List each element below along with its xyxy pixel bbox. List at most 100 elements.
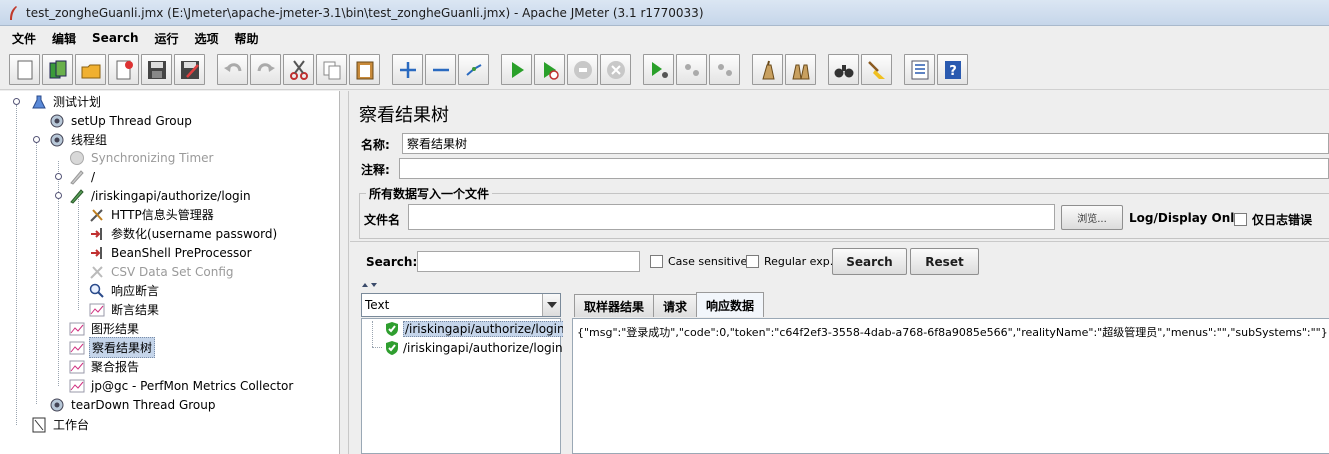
panel-splitter[interactable] xyxy=(340,91,349,454)
tree-item-root-sampler[interactable]: / xyxy=(68,167,97,186)
tree-item-beanshell-preprocessor[interactable]: BeanShell PreProcessor xyxy=(88,243,254,262)
name-field[interactable] xyxy=(402,133,1329,154)
toggle-button[interactable] xyxy=(458,54,489,85)
tree-item-response-assertion[interactable]: 响应断言 xyxy=(88,281,161,300)
comment-field[interactable] xyxy=(399,158,1329,179)
result-item[interactable]: /iriskingapi/authorize/login xyxy=(384,339,563,357)
split-arrows-icon[interactable] xyxy=(361,282,381,288)
menu-edit[interactable]: 编辑 xyxy=(44,30,84,47)
tree-item-test-plan[interactable]: 测试计划 xyxy=(30,92,103,111)
checkbox-box[interactable] xyxy=(746,255,759,268)
remote-shutdown-button[interactable] xyxy=(709,54,740,85)
binoculars-icon xyxy=(834,64,853,77)
response-body: {"msg":"登录成功","code":0,"token":"c64f2ef3… xyxy=(577,326,1328,339)
stop-icon xyxy=(573,60,592,79)
templates-button[interactable] xyxy=(42,54,73,85)
stop-button[interactable] xyxy=(567,54,598,85)
tree-item-header-manager[interactable]: HTTP信息头管理器 xyxy=(88,205,216,224)
panel-title: 察看结果树 xyxy=(359,105,449,126)
tab-sampler-result[interactable]: 取样器结果 xyxy=(574,294,655,317)
clear-icon xyxy=(761,60,775,79)
tree-item-setup-thread-group[interactable]: setUp Thread Group xyxy=(48,111,194,130)
tree-label: / xyxy=(91,169,96,184)
expand-handle-icon[interactable] xyxy=(54,191,63,200)
menu-search[interactable]: Search xyxy=(84,31,146,45)
reset-button[interactable]: Reset xyxy=(910,248,979,275)
collapse-button[interactable] xyxy=(425,54,456,85)
tree-item-workbench[interactable]: 工作台 xyxy=(30,415,91,434)
start-button[interactable] xyxy=(501,54,532,85)
undo-button[interactable] xyxy=(217,54,248,85)
start-no-pause-button[interactable] xyxy=(534,54,565,85)
expand-handle-icon[interactable] xyxy=(54,172,63,181)
copy-icon xyxy=(323,61,340,79)
renderer-select[interactable]: Text xyxy=(361,293,561,317)
close-file-button[interactable] xyxy=(108,54,139,85)
expand-handle-icon[interactable] xyxy=(12,97,21,106)
tree-item-assertion-results[interactable]: 断言结果 xyxy=(88,300,161,319)
shutdown-button[interactable] xyxy=(600,54,631,85)
checkbox-box[interactable] xyxy=(650,255,663,268)
filename-field[interactable] xyxy=(408,204,1055,230)
open-button[interactable] xyxy=(75,54,106,85)
menu-run[interactable]: 运行 xyxy=(146,30,186,47)
tree-item-thread-group[interactable]: 线程组 xyxy=(48,130,109,149)
paste-button[interactable] xyxy=(349,54,380,85)
broom-icon xyxy=(867,60,885,79)
tree-label: BeanShell PreProcessor xyxy=(111,245,252,260)
response-data-view[interactable]: {"msg":"登录成功","code":0,"token":"c64f2ef3… xyxy=(572,318,1329,454)
redo-button[interactable] xyxy=(250,54,281,85)
tree-item-csv-data-set[interactable]: CSV Data Set Config xyxy=(88,262,236,281)
function-helper-button[interactable] xyxy=(904,54,935,85)
search-button[interactable]: Search xyxy=(832,248,907,275)
new-button[interactable] xyxy=(9,54,40,85)
tree-item-synchronizing-timer[interactable]: Synchronizing Timer xyxy=(68,148,215,167)
tree-item-teardown-thread-group[interactable]: tearDown Thread Group xyxy=(48,395,218,414)
tree-connector xyxy=(372,347,382,348)
expand-handle-icon[interactable] xyxy=(32,135,41,144)
tab-response-data[interactable]: 响应数据 xyxy=(696,292,765,317)
save-button[interactable] xyxy=(141,54,172,85)
result-item[interactable]: /iriskingapi/authorize/login xyxy=(384,320,567,338)
menu-file[interactable]: 文件 xyxy=(4,30,44,47)
chevron-down-icon[interactable] xyxy=(542,294,560,316)
save-icon xyxy=(147,60,166,79)
tree-item-login-sampler[interactable]: /iriskingapi/authorize/login xyxy=(68,186,253,205)
expand-button[interactable] xyxy=(392,54,423,85)
regular-exp-checkbox[interactable]: Regular exp. xyxy=(746,255,833,268)
results-list: /iriskingapi/authorize/login /iriskingap… xyxy=(361,318,567,454)
log-display-label: Log/Display Only: xyxy=(1129,211,1247,225)
close-icon xyxy=(116,60,133,79)
tree-label: 聚合报告 xyxy=(91,360,140,374)
checkbox-box[interactable] xyxy=(1234,213,1247,226)
browse-button[interactable]: 浏览... xyxy=(1061,205,1123,230)
cut-button[interactable] xyxy=(283,54,314,85)
case-sensitive-checkbox[interactable]: Case sensitive xyxy=(650,255,747,268)
graph-icon xyxy=(68,320,86,337)
tree-label: 断言结果 xyxy=(111,303,160,317)
tree-item-parameterize[interactable]: 参数化(username password) xyxy=(88,224,279,243)
copy-button[interactable] xyxy=(316,54,347,85)
search-field[interactable] xyxy=(417,251,640,272)
remote-stop-button[interactable] xyxy=(676,54,707,85)
remote-start-button[interactable] xyxy=(643,54,674,85)
tree-item-graph-results[interactable]: 图形结果 xyxy=(68,319,141,338)
toolbar: ? xyxy=(0,50,1329,90)
tree-item-perfmon-collector[interactable]: jp@gc - PerfMon Metrics Collector xyxy=(68,376,295,395)
tab-request[interactable]: 请求 xyxy=(653,294,698,317)
result-label: /iriskingapi/authorize/login xyxy=(403,321,567,337)
graph-icon xyxy=(68,358,86,375)
clear-all-button[interactable] xyxy=(785,54,816,85)
save-as-button[interactable] xyxy=(174,54,205,85)
menu-options[interactable]: 选项 xyxy=(187,30,227,47)
tree-item-aggregate-report[interactable]: 聚合报告 xyxy=(68,357,141,376)
clear-button[interactable] xyxy=(752,54,783,85)
tree-item-view-results-tree[interactable]: 察看结果树 xyxy=(68,337,156,358)
search-button-toolbar[interactable] xyxy=(828,54,859,85)
menu-help[interactable]: 帮助 xyxy=(227,30,267,47)
help-button[interactable]: ? xyxy=(937,54,968,85)
results-splitter[interactable] xyxy=(563,291,571,454)
reset-search-button[interactable] xyxy=(861,54,892,85)
menu-bar: 文件 编辑 Search 运行 选项 帮助 xyxy=(0,26,1329,50)
errors-only-checkbox[interactable]: 仅日志错误 xyxy=(1234,211,1312,228)
